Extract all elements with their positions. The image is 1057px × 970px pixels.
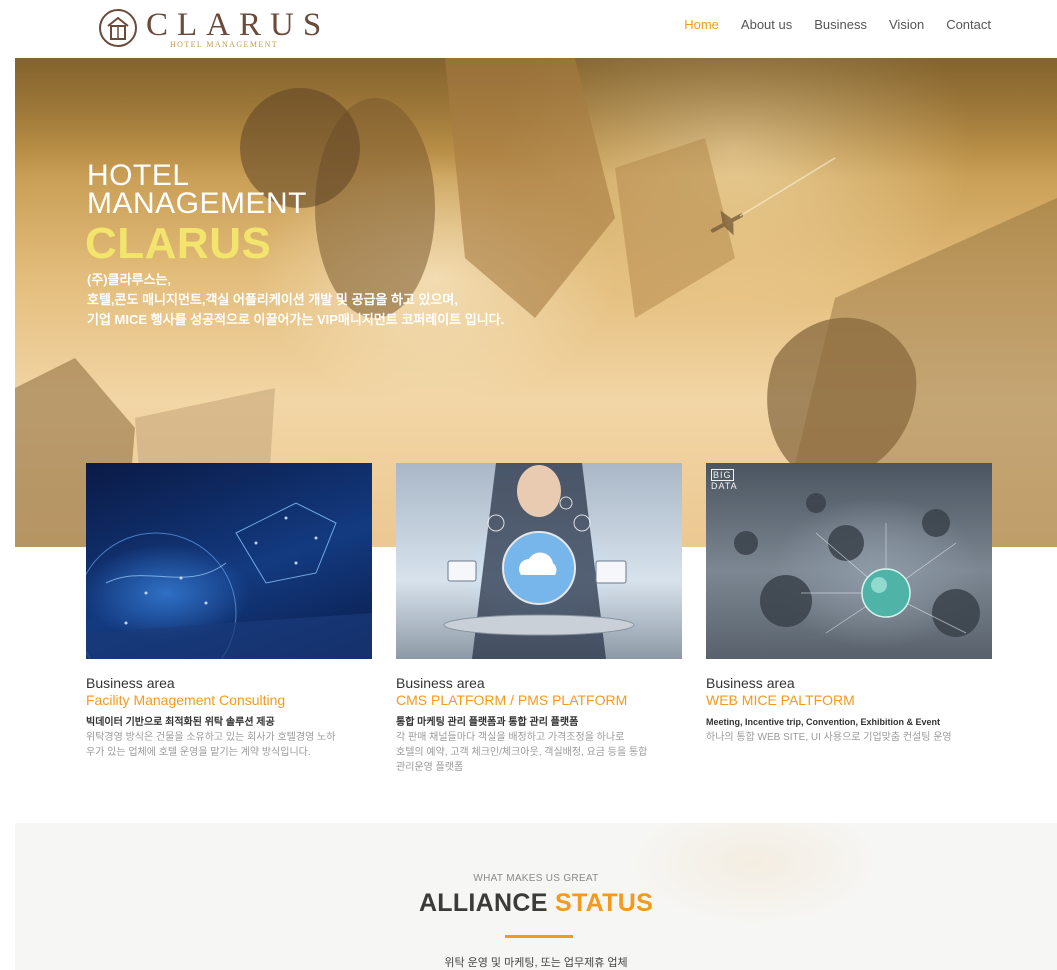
card-body: Business area Facility Management Consul… xyxy=(86,676,372,760)
section-subtitle: 위탁 운영 및 마케팅, 또는 업무제휴 업체 xyxy=(444,957,628,969)
card-desc-line: 위탁경영 방식은 건물을 소유하고 있는 회사가 호텔경영 노하 xyxy=(86,732,336,743)
card-image[interactable]: BIG DATA xyxy=(706,463,992,659)
card-lead: 빅데이터 기반으로 최적화된 위탁 솔루션 제공 xyxy=(86,717,275,728)
card-desc-line: 호텔의 예약, 고객 체크인/체크아웃, 객실배정, 요금 등을 통합 xyxy=(396,747,648,758)
card-description: 하나의 통합 WEB SITE, UI 사용으로 기업맞춤 컨설팅 운영 xyxy=(706,730,992,745)
business-card[interactable]: Business area CMS PLATFORM / PMS PLATFOR… xyxy=(396,463,682,775)
card-desc-line: 각 판매 채널들마다 객실을 배정하고 가격조정을 하나로 xyxy=(396,732,625,743)
business-card[interactable]: Business area Facility Management Consul… xyxy=(86,463,372,760)
nav-home[interactable]: Home xyxy=(684,17,719,32)
digital-earth-icon xyxy=(86,502,372,659)
hero-copy: (주)클라루스는, 호텔,콘도 매니지먼트,객실 어플리케이션 개발 및 공급을… xyxy=(87,270,504,330)
logo[interactable]: CLARUS HOTEL MANAGEMENT xyxy=(98,6,328,52)
nav-contact[interactable]: Contact xyxy=(946,17,991,32)
cloud-tablet-icon xyxy=(443,463,635,659)
section-title-main: ALLIANCE xyxy=(418,889,548,917)
section-title: ALLIANCE STATUS xyxy=(15,889,1057,918)
big-data-globe-icon xyxy=(734,493,980,637)
site-header: CLARUS HOTEL MANAGEMENT Home About us Bu… xyxy=(0,0,1057,58)
card-body: Business area CMS PLATFORM / PMS PLATFOR… xyxy=(396,676,682,775)
nav-vision[interactable]: Vision xyxy=(889,17,924,32)
card-description: 위탁경영 방식은 건물을 소유하고 있는 회사가 호텔경영 노하 우가 있는 업… xyxy=(86,730,372,760)
card-title[interactable]: WEB MICE PALTFORM xyxy=(706,691,992,709)
section-eyebrow: WHAT MAKES US GREAT xyxy=(473,873,599,884)
big-data-label-line: DATA xyxy=(711,481,738,491)
big-data-label-line: BIG xyxy=(711,469,734,481)
card-kicker: Business area xyxy=(706,675,795,691)
card-kicker: Business area xyxy=(86,675,175,691)
hero-copy-line: 호텔,콘도 매니지먼트,객실 어플리케이션 개발 및 공급을 하고 있으며, xyxy=(87,292,458,307)
card-kicker: Business area xyxy=(396,675,485,691)
nav-about-us[interactable]: About us xyxy=(741,17,792,32)
card-title[interactable]: Facility Management Consulting xyxy=(86,691,372,709)
logo-tagline: HOTEL MANAGEMENT xyxy=(170,40,279,49)
hero-copy-line: (주)클라루스는, xyxy=(87,272,172,287)
card-image[interactable] xyxy=(396,463,682,659)
hero-title-line: HOTEL xyxy=(87,159,190,192)
hero-title: HOTEL MANAGEMENT xyxy=(87,159,308,220)
hero-title-line: MANAGEMENT xyxy=(87,187,308,220)
card-description: 각 판매 채널들마다 객실을 배정하고 가격조정을 하나로 호텔의 예약, 고객… xyxy=(396,730,682,775)
card-image[interactable] xyxy=(86,463,372,659)
card-title[interactable]: CMS PLATFORM / PMS PLATFORM xyxy=(396,691,682,709)
alliance-section: WHAT MAKES US GREAT ALLIANCE STATUS 위탁 운… xyxy=(15,823,1057,970)
main-nav: Home About us Business Vision Contact xyxy=(684,17,991,32)
card-desc-line: 우가 있는 업체에 호텔 운영을 맡기는 계약 방식입니다. xyxy=(86,747,311,758)
card-body: Business area WEB MICE PALTFORM Meeting,… xyxy=(706,676,992,745)
section-title-accent: STATUS xyxy=(554,889,654,917)
nav-business[interactable]: Business xyxy=(814,17,867,32)
card-desc-line: 하나의 통합 WEB SITE, UI 사용으로 기업맞춤 컨설팅 운영 xyxy=(706,732,952,743)
card-lead: Meeting, Incentive trip, Convention, Exh… xyxy=(706,717,941,727)
logo-wordmark: CLARUS xyxy=(146,7,331,43)
card-lead: 통합 마케팅 관리 플랫폼과 통합 관리 플랫폼 xyxy=(396,717,579,728)
title-underline xyxy=(505,935,573,938)
hero-copy-line: 기업 MICE 행사를 성공적으로 이끌어가는 VIP매니지먼트 코퍼레이트 입… xyxy=(87,312,505,327)
hotel-logo-icon xyxy=(99,9,137,47)
big-data-label: BIG DATA xyxy=(711,469,738,491)
card-desc-line: 관리운영 플랫폼 xyxy=(396,762,464,773)
hero-brand-name: CLARUS xyxy=(85,219,272,268)
business-card[interactable]: BIG DATA Business area WEB MICE PALTFORM… xyxy=(706,463,992,745)
